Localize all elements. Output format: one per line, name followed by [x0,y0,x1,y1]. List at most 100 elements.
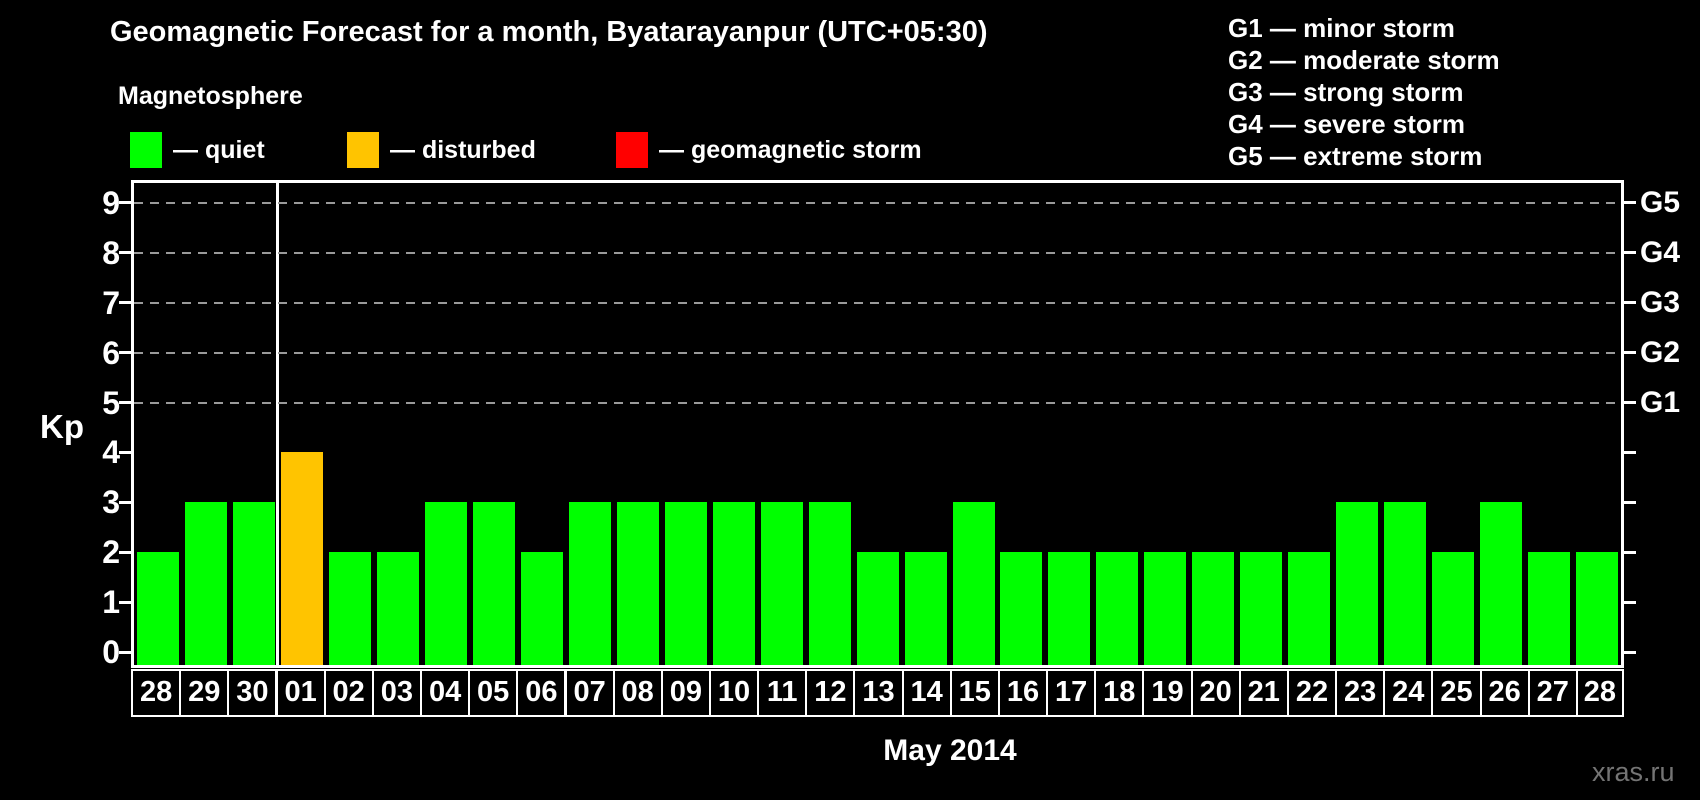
kp-tick-left [119,650,131,654]
kp-tick-right [1624,450,1636,454]
kp-tick-label-3: 3 [102,484,120,521]
g-tick-label-g2: G2 [1640,335,1681,369]
date-box-28: 26 [1479,669,1530,717]
kp-tick-right [1624,550,1636,554]
date-box-17: 15 [949,669,1000,717]
kp-bar-25 [1432,552,1475,665]
disturbed-legend-label: — disturbed [390,135,536,164]
storm-scale-legend: G1 — minor storm G2 — moderate storm G3 … [1228,12,1500,172]
kp-tick-label-7: 7 [102,284,120,321]
date-box-15: 13 [853,669,904,717]
kp-bar-26 [1480,502,1523,665]
gridline [134,201,1621,204]
date-box-13: 11 [757,669,808,717]
month-axis-title: May 2014 [883,734,1017,767]
kp-bar-01 [280,452,323,665]
kp-bar-14 [904,552,947,665]
kp-tick-left [119,550,131,554]
date-box-0: 28 [131,669,182,717]
quiet-legend-label: — quiet [173,135,265,164]
storm-legend-label: — geomagnetic storm [659,135,922,164]
date-box-23: 21 [1238,669,1289,717]
date-box-30: 28 [1575,669,1624,717]
kp-tick-label-9: 9 [102,184,120,221]
kp-tick-left [119,351,131,355]
kp-tick-label-1: 1 [102,584,120,621]
date-box-29: 27 [1527,669,1578,717]
kp-bar-09 [664,502,707,665]
g2-legend-entry: G2 — moderate storm [1228,45,1500,75]
gridline [134,251,1621,254]
kp-tick-left [119,251,131,255]
date-box-26: 24 [1383,669,1434,717]
kp-bar-29 [185,502,227,665]
kp-bar-04 [424,502,467,665]
gridline [134,401,1621,404]
page-title: Geomagnetic Forecast for a month, Byatar… [110,16,988,48]
date-box-8: 06 [516,669,567,717]
kp-bar-02 [328,552,371,665]
kp-tick-right [1624,301,1636,305]
date-box-21: 19 [1142,669,1193,717]
kp-bar-20 [1192,552,1235,665]
kp-bar-16 [1000,552,1043,665]
kp-bar-13 [856,552,899,665]
legend-item-disturbed: — disturbed [347,131,536,169]
kp-tick-left [119,450,131,454]
kp-bar-03 [376,552,419,665]
kp-bar-11 [760,502,803,665]
kp-bar-28 [1576,552,1618,665]
kp-tick-right [1624,201,1636,205]
legend-item-quiet: — quiet [130,131,265,169]
date-box-6: 04 [420,669,471,717]
date-box-10: 08 [612,669,663,717]
kp-tick-left [119,600,131,604]
disturbed-color-swatch [347,132,379,168]
kp-tick-left [119,401,131,404]
date-box-19: 17 [1046,669,1097,717]
magnetosphere-legend-title: Magnetosphere [118,82,303,110]
kp-bar-12 [808,502,851,665]
date-box-9: 07 [564,669,615,717]
date-box-24: 22 [1286,669,1338,717]
date-box-27: 25 [1431,669,1482,717]
kp-bar-15 [952,502,995,665]
kp-tick-label-6: 6 [102,334,120,371]
kp-bar-27 [1528,552,1571,665]
date-box-4: 02 [323,669,374,717]
date-box-5: 03 [371,669,422,717]
date-box-11: 09 [660,669,711,717]
kp-tick-label-5: 5 [102,384,120,421]
kp-tick-left [119,301,131,305]
kp-tick-right [1624,351,1636,355]
kp-tick-label-2: 2 [102,534,120,571]
kp-bar-10 [712,502,755,665]
kp-bar-28 [137,552,179,665]
kp-tick-label-8: 8 [102,234,120,271]
date-box-16: 14 [901,669,952,717]
kp-tick-right [1624,500,1636,504]
g-tick-label-g4: G4 [1640,235,1681,269]
legend-item-storm: — geomagnetic storm [616,131,922,169]
kp-tick-left [119,201,131,205]
kp-bar-18 [1096,552,1139,665]
storm-color-swatch [616,132,648,168]
kp-bar-21 [1240,552,1283,665]
date-box-25: 23 [1335,669,1386,717]
plot-area [119,180,1636,668]
month-separator-line [276,183,280,665]
date-box-1: 29 [179,669,230,717]
geomagnetic-forecast-chart: Geomagnetic Forecast for a month, Byatar… [0,0,1700,800]
kp-tick-left [119,500,131,504]
gridline [134,301,1621,304]
g5-legend-entry: G5 — extreme storm [1228,141,1483,171]
gridline [134,351,1621,354]
date-axis-row: 28 29 30 01 02 03 04 05 06 07 08 09 10 11 12 13 14 15 16 17… [131,669,1624,717]
g1-legend-entry: G1 — minor storm [1228,13,1455,43]
quiet-color-swatch [130,132,162,168]
g-tick-label-g5: G5 [1640,185,1681,219]
date-box-14: 12 [805,669,856,717]
kp-bar-22 [1288,552,1331,665]
kp-bar-06 [520,552,563,665]
kp-tick-label-0: 0 [102,634,120,670]
